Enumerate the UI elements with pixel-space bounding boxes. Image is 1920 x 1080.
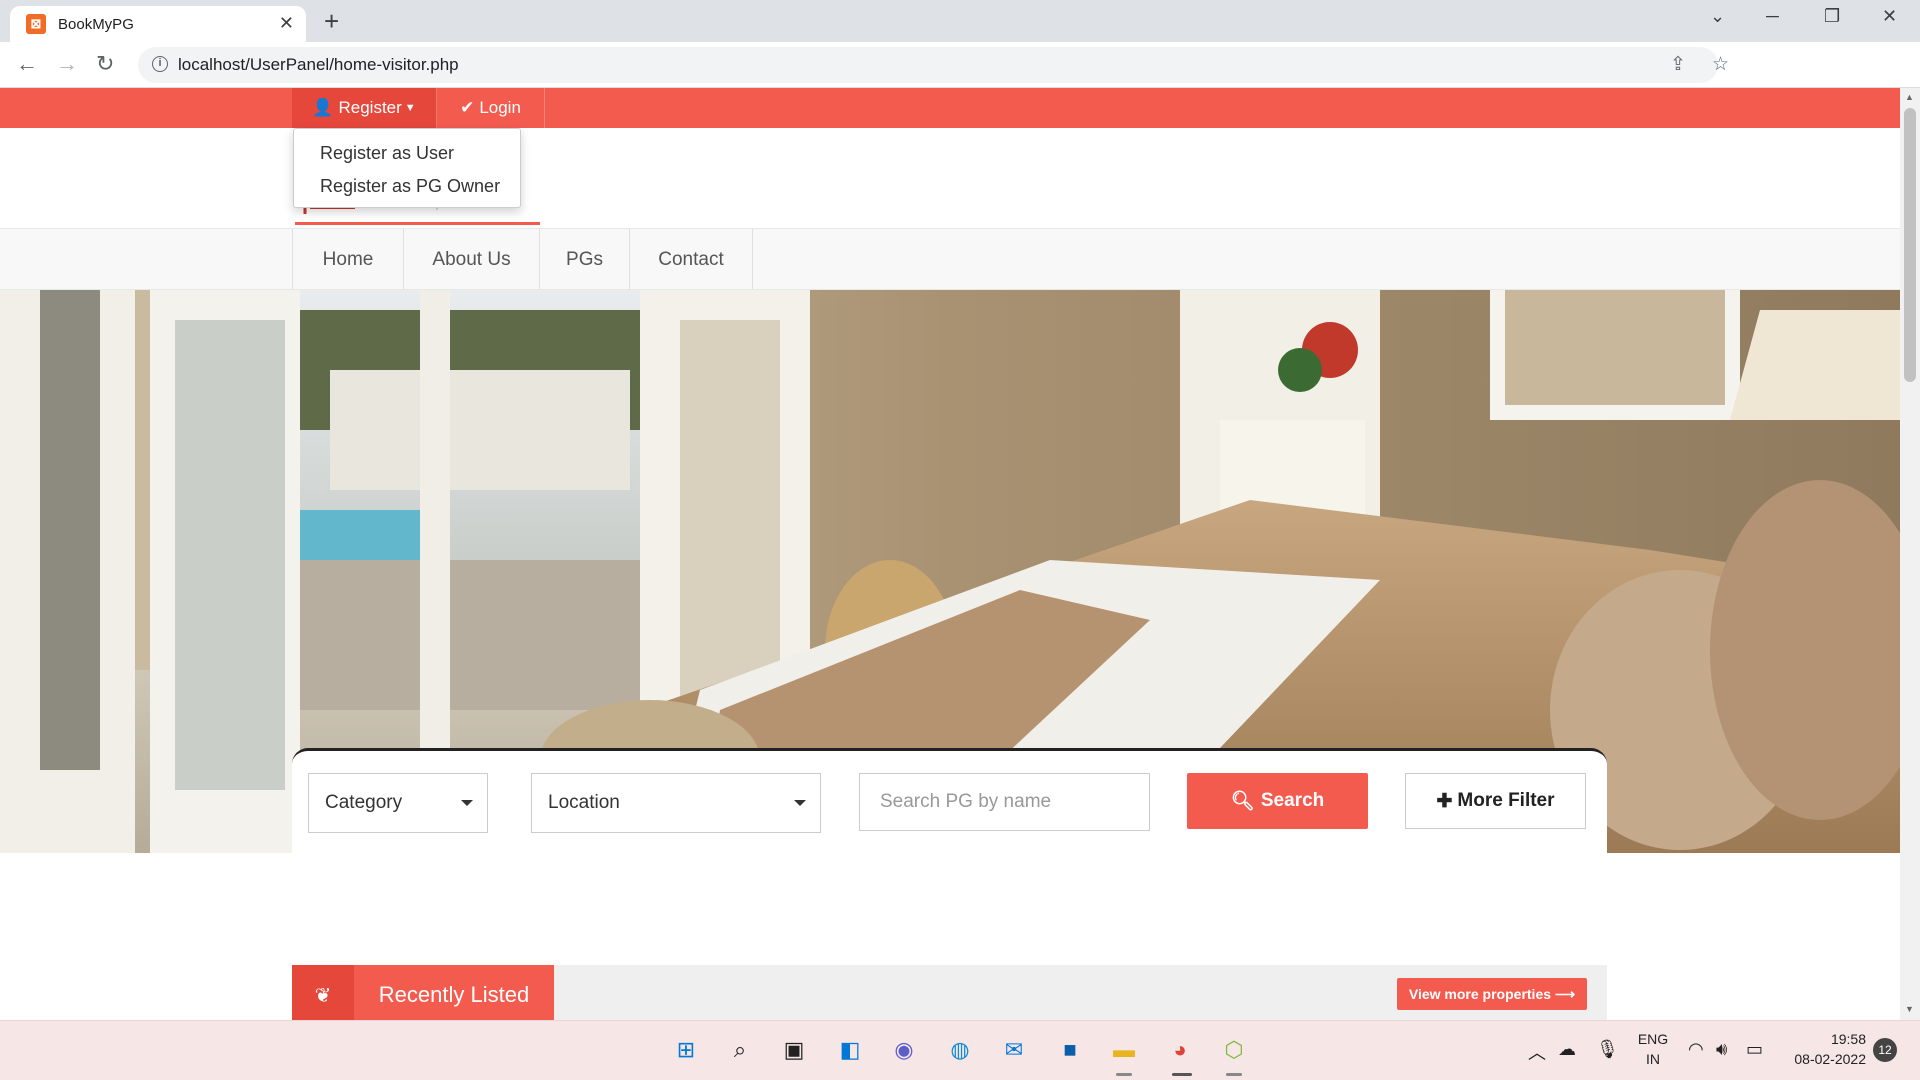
plus-icon: ✚ <box>1436 790 1453 812</box>
reload-icon[interactable]: ↻ <box>96 50 114 78</box>
page-viewport: 👤 Register ▼ ✔ Login J , Register as Use… <box>0 88 1900 1020</box>
search-button-label: Search <box>1260 790 1325 811</box>
bookmark-star-icon[interactable]: ☆ <box>1712 53 1729 76</box>
app-running-indicator <box>1226 1073 1242 1076</box>
xampp-favicon-icon: ⊠ <box>26 14 46 34</box>
app-hexagon-icon[interactable]: ⬡ <box>1218 1034 1250 1066</box>
top-auth-bar: 👤 Register ▼ ✔ Login <box>0 88 1900 128</box>
chrome-active-indicator <box>1172 1073 1192 1076</box>
edge-browser-icon[interactable]: ◍ <box>944 1034 976 1066</box>
location-select-value: Location <box>548 792 620 813</box>
location-select[interactable]: Location <box>531 773 821 833</box>
minimize-button[interactable]: ─ <box>1766 6 1779 27</box>
share-icon[interactable]: ⇪ <box>1670 53 1686 76</box>
logo-underline <box>295 222 540 225</box>
nav-home[interactable]: Home <box>292 229 404 290</box>
register-as-pg-owner-item[interactable]: Register as PG Owner <box>294 170 520 203</box>
microphone-icon[interactable]: 🎙︎ <box>1596 1039 1619 1060</box>
category-select[interactable]: Category <box>308 773 488 833</box>
login-label: Login <box>479 98 521 117</box>
tab-title: BookMyPG <box>58 15 134 33</box>
search-icon[interactable]: ⌕ <box>724 1034 756 1066</box>
caret-down-icon: ▼ <box>404 102 416 114</box>
back-arrow-icon[interactable]: ← <box>16 50 38 78</box>
search-button[interactable]: 🔍︎ Search <box>1187 773 1368 829</box>
address-url[interactable]: localhost/UserPanel/home-visitor.php <box>178 55 459 75</box>
recently-listed-title: Recently Listed <box>354 965 554 1020</box>
category-select-value: Category <box>325 792 403 813</box>
battery-icon[interactable]: ▭ <box>1746 1039 1763 1060</box>
wifi-icon[interactable]: ◠ <box>1688 1039 1704 1060</box>
more-filter-label: More Filter <box>1457 790 1555 811</box>
chrome-icon[interactable]: ◕ <box>1164 1034 1196 1066</box>
clock-time[interactable]: 19:58 <box>1786 1031 1866 1047</box>
page-scrollbar[interactable]: ▲ ▼ <box>1900 88 1920 1020</box>
site-info-icon[interactable]: i <box>152 56 168 72</box>
task-view-icon[interactable]: ▣ <box>778 1034 810 1066</box>
forward-arrow-icon[interactable]: → <box>56 50 78 78</box>
volume-icon[interactable]: 🔊︎ <box>1716 1039 1727 1060</box>
dell-app-icon[interactable]: ■ <box>1054 1034 1086 1066</box>
notification-count-badge[interactable]: 12 <box>1873 1038 1897 1062</box>
new-tab-button[interactable]: + <box>324 6 339 36</box>
view-more-label: View more properties <box>1408 986 1552 1002</box>
brand-area: J , <box>0 128 1900 228</box>
recently-listed-header: ❦ Recently Listed View more properties ⟶ <box>292 965 1607 1020</box>
nav-about-us[interactable]: About Us <box>404 229 540 290</box>
search-icon: 🔍︎ <box>1230 791 1255 812</box>
view-more-properties-button[interactable]: View more properties ⟶ <box>1397 978 1587 1010</box>
caret-down-icon <box>461 800 473 806</box>
nav-contact[interactable]: Contact <box>630 229 753 290</box>
caret-down-icon <box>794 800 806 806</box>
show-hidden-icons-chevron-icon[interactable]: ︿ <box>1528 1039 1546 1065</box>
more-filter-button[interactable]: ✚ More Filter <box>1405 773 1586 829</box>
nav-pgs[interactable]: PGs <box>540 229 630 290</box>
pg-name-search-input[interactable] <box>859 773 1150 831</box>
language-indicator-top[interactable]: ENG <box>1634 1031 1672 1047</box>
tab-search-chevron-icon[interactable]: ⌄ <box>1710 6 1725 27</box>
main-navigation: Home About Us PGs Contact <box>0 228 1900 290</box>
login-button[interactable]: ✔ Login <box>437 88 545 128</box>
check-circle-icon: ✔ <box>460 98 475 117</box>
onedrive-cloud-icon[interactable]: ☁ <box>1558 1039 1576 1060</box>
scroll-thumb[interactable] <box>1904 108 1916 382</box>
scroll-down-arrow-icon[interactable]: ▼ <box>1905 1004 1914 1014</box>
leaf-icon: ❦ <box>292 965 354 1020</box>
clock-date[interactable]: 08-02-2022 <box>1778 1051 1866 1067</box>
file-explorer-icon[interactable]: ▬ <box>1108 1034 1140 1066</box>
tab-close-icon[interactable]: ✕ <box>279 13 294 34</box>
close-window-button[interactable]: ✕ <box>1882 6 1897 27</box>
scroll-up-arrow-icon[interactable]: ▲ <box>1905 92 1914 102</box>
browser-toolbar: ← → ↻ i localhost/UserPanel/home-visitor… <box>0 42 1920 118</box>
mail-icon[interactable]: ✉ <box>998 1034 1030 1066</box>
register-as-user-item[interactable]: Register as User <box>294 137 520 170</box>
teams-chat-icon[interactable]: ◉ <box>888 1034 920 1066</box>
user-icon: 👤 <box>312 98 334 117</box>
arrow-right-icon: ⟶ <box>1555 985 1576 1002</box>
register-menu-button[interactable]: 👤 Register ▼ <box>292 88 437 128</box>
browser-tabstrip: ⊠ BookMyPG ✕ + ⌄ ─ ❐ ✕ <box>0 0 1920 42</box>
register-dropdown-menu: Register as User Register as PG Owner <box>293 128 521 208</box>
windows-taskbar: ⊞ ⌕ ▣ ◧ ◉ ◍ ✉ ■ ▬ ◕ ⬡ ︿ ☁ 🎙︎ ENG IN ◠ 🔊︎… <box>0 1020 1920 1080</box>
register-label: Register <box>338 98 402 117</box>
widgets-icon[interactable]: ◧ <box>834 1034 866 1066</box>
file-explorer-running-indicator <box>1116 1073 1132 1076</box>
address-bar[interactable]: i localhost/UserPanel/home-visitor.php ⇪… <box>138 47 1729 83</box>
restore-button[interactable]: ❐ <box>1824 6 1840 27</box>
search-panel: Category Location 🔍︎ Search ✚ More Filte… <box>292 748 1607 853</box>
browser-tab[interactable]: ⊠ BookMyPG ✕ <box>10 6 306 42</box>
language-indicator-bottom[interactable]: IN <box>1634 1051 1672 1067</box>
windows-start-icon[interactable]: ⊞ <box>670 1034 702 1066</box>
